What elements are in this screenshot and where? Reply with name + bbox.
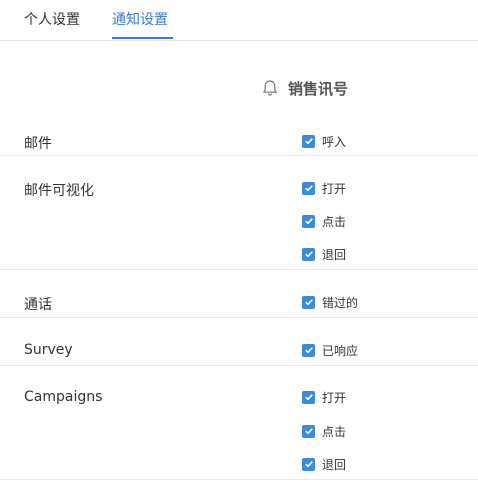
row-label: 通话 bbox=[24, 297, 52, 313]
checkbox-checked-icon[interactable] bbox=[302, 390, 315, 404]
tab-personal-settings[interactable]: 个人设置 bbox=[24, 9, 80, 29]
section-header: 销售讯号 bbox=[260, 77, 348, 99]
checkbox-call-missed[interactable]: 错过的 bbox=[302, 294, 358, 310]
row-label: 邮件 bbox=[24, 136, 52, 152]
option-label: 错过的 bbox=[322, 295, 359, 310]
checkbox-email-tracking-bounce[interactable]: 退回 bbox=[302, 246, 346, 262]
option-label: 打开 bbox=[322, 390, 347, 405]
checkbox-checked-icon[interactable] bbox=[302, 214, 315, 228]
notification-row-email: 邮件 呼入 bbox=[0, 133, 478, 156]
option-label: 打开 bbox=[322, 181, 347, 196]
option-label: 退回 bbox=[322, 457, 347, 472]
checkbox-email-tracking-click[interactable]: 点击 bbox=[302, 213, 346, 229]
option-label: 点击 bbox=[322, 214, 347, 229]
checkbox-checked-icon[interactable] bbox=[302, 343, 315, 357]
option-label: 点击 bbox=[322, 424, 347, 439]
checkbox-email-incoming[interactable]: 呼入 bbox=[302, 133, 346, 149]
bell-icon bbox=[260, 78, 280, 98]
checkbox-checked-icon[interactable] bbox=[302, 134, 315, 148]
notification-row-email-tracking: 邮件可视化 打开 点击 退回 bbox=[0, 180, 478, 270]
notification-row-survey: Survey 已响应 bbox=[0, 342, 478, 366]
row-label: Campaigns bbox=[24, 389, 103, 405]
active-tab-indicator bbox=[112, 37, 173, 39]
checkbox-checked-icon[interactable] bbox=[302, 181, 315, 195]
checkbox-campaigns-open[interactable]: 打开 bbox=[302, 389, 346, 405]
checkbox-email-tracking-open[interactable]: 打开 bbox=[302, 180, 346, 196]
section-title: 销售讯号 bbox=[288, 79, 349, 98]
notification-row-call: 通话 错过的 bbox=[0, 294, 478, 318]
option-label: 退回 bbox=[322, 247, 347, 262]
checkbox-campaigns-click[interactable]: 点击 bbox=[302, 423, 346, 439]
option-label: 呼入 bbox=[322, 134, 347, 149]
settings-tabs: 个人设置 通知设置 bbox=[0, 0, 478, 41]
notification-row-campaigns: Campaigns 打开 点击 退回 bbox=[0, 389, 478, 480]
checkbox-campaigns-bounce[interactable]: 退回 bbox=[302, 456, 346, 472]
checkbox-checked-icon[interactable] bbox=[302, 295, 315, 309]
row-label: Survey bbox=[24, 342, 73, 358]
row-label: 邮件可视化 bbox=[24, 183, 94, 199]
tab-notification-settings[interactable]: 通知设置 bbox=[112, 9, 168, 29]
checkbox-checked-icon[interactable] bbox=[302, 457, 315, 471]
checkbox-checked-icon[interactable] bbox=[302, 424, 315, 438]
option-label: 已响应 bbox=[322, 343, 359, 358]
checkbox-checked-icon[interactable] bbox=[302, 247, 315, 261]
checkbox-survey-responded[interactable]: 已响应 bbox=[302, 342, 358, 358]
